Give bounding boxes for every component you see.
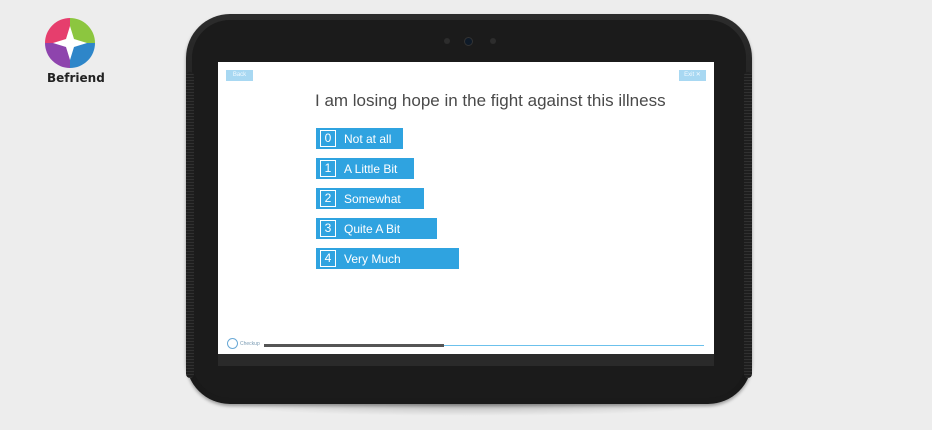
progress-bar xyxy=(264,344,704,347)
option-number: 2 xyxy=(320,190,336,207)
option-label: Somewhat xyxy=(344,191,401,206)
answer-option-4[interactable]: 4 Very Much xyxy=(316,248,459,269)
sensor-icon xyxy=(444,38,450,44)
option-label: A Little Bit xyxy=(344,161,398,176)
answer-option-2[interactable]: 2 Somewhat xyxy=(316,188,424,209)
checkup-logo-icon xyxy=(227,338,238,349)
speaker-grill-left xyxy=(186,72,194,378)
screen-bottom-bezel xyxy=(218,354,714,366)
exit-button[interactable]: Exit ✕ xyxy=(679,70,706,81)
camera-icon xyxy=(464,37,473,46)
option-label: Quite A Bit xyxy=(344,221,401,236)
befriend-logo-icon xyxy=(45,18,95,68)
answer-option-0[interactable]: 0 Not at all xyxy=(316,128,403,149)
back-button[interactable]: Back xyxy=(226,70,253,81)
answer-option-3[interactable]: 3 Quite A Bit xyxy=(316,218,437,239)
progress-bar-fill xyxy=(264,344,445,347)
option-number: 3 xyxy=(320,220,336,237)
brand-name: Befriend xyxy=(47,71,105,85)
speaker-grill-right xyxy=(744,72,752,378)
question-text: I am losing hope in the fight against th… xyxy=(315,91,666,110)
option-number: 1 xyxy=(320,160,336,177)
option-label: Not at all xyxy=(344,131,392,146)
option-label: Very Much xyxy=(344,251,401,266)
tablet-screen: Back Exit ✕ I am losing hope in the figh… xyxy=(218,62,714,354)
sensor-icon xyxy=(490,38,496,44)
option-number: 4 xyxy=(320,250,336,267)
option-number: 0 xyxy=(320,130,336,147)
answer-option-1[interactable]: 1 A Little Bit xyxy=(316,158,414,179)
befriend-logo: Befriend xyxy=(44,18,105,85)
footer-brand-label: Checkup xyxy=(240,340,260,347)
footer-brand: Checkup xyxy=(227,338,260,349)
